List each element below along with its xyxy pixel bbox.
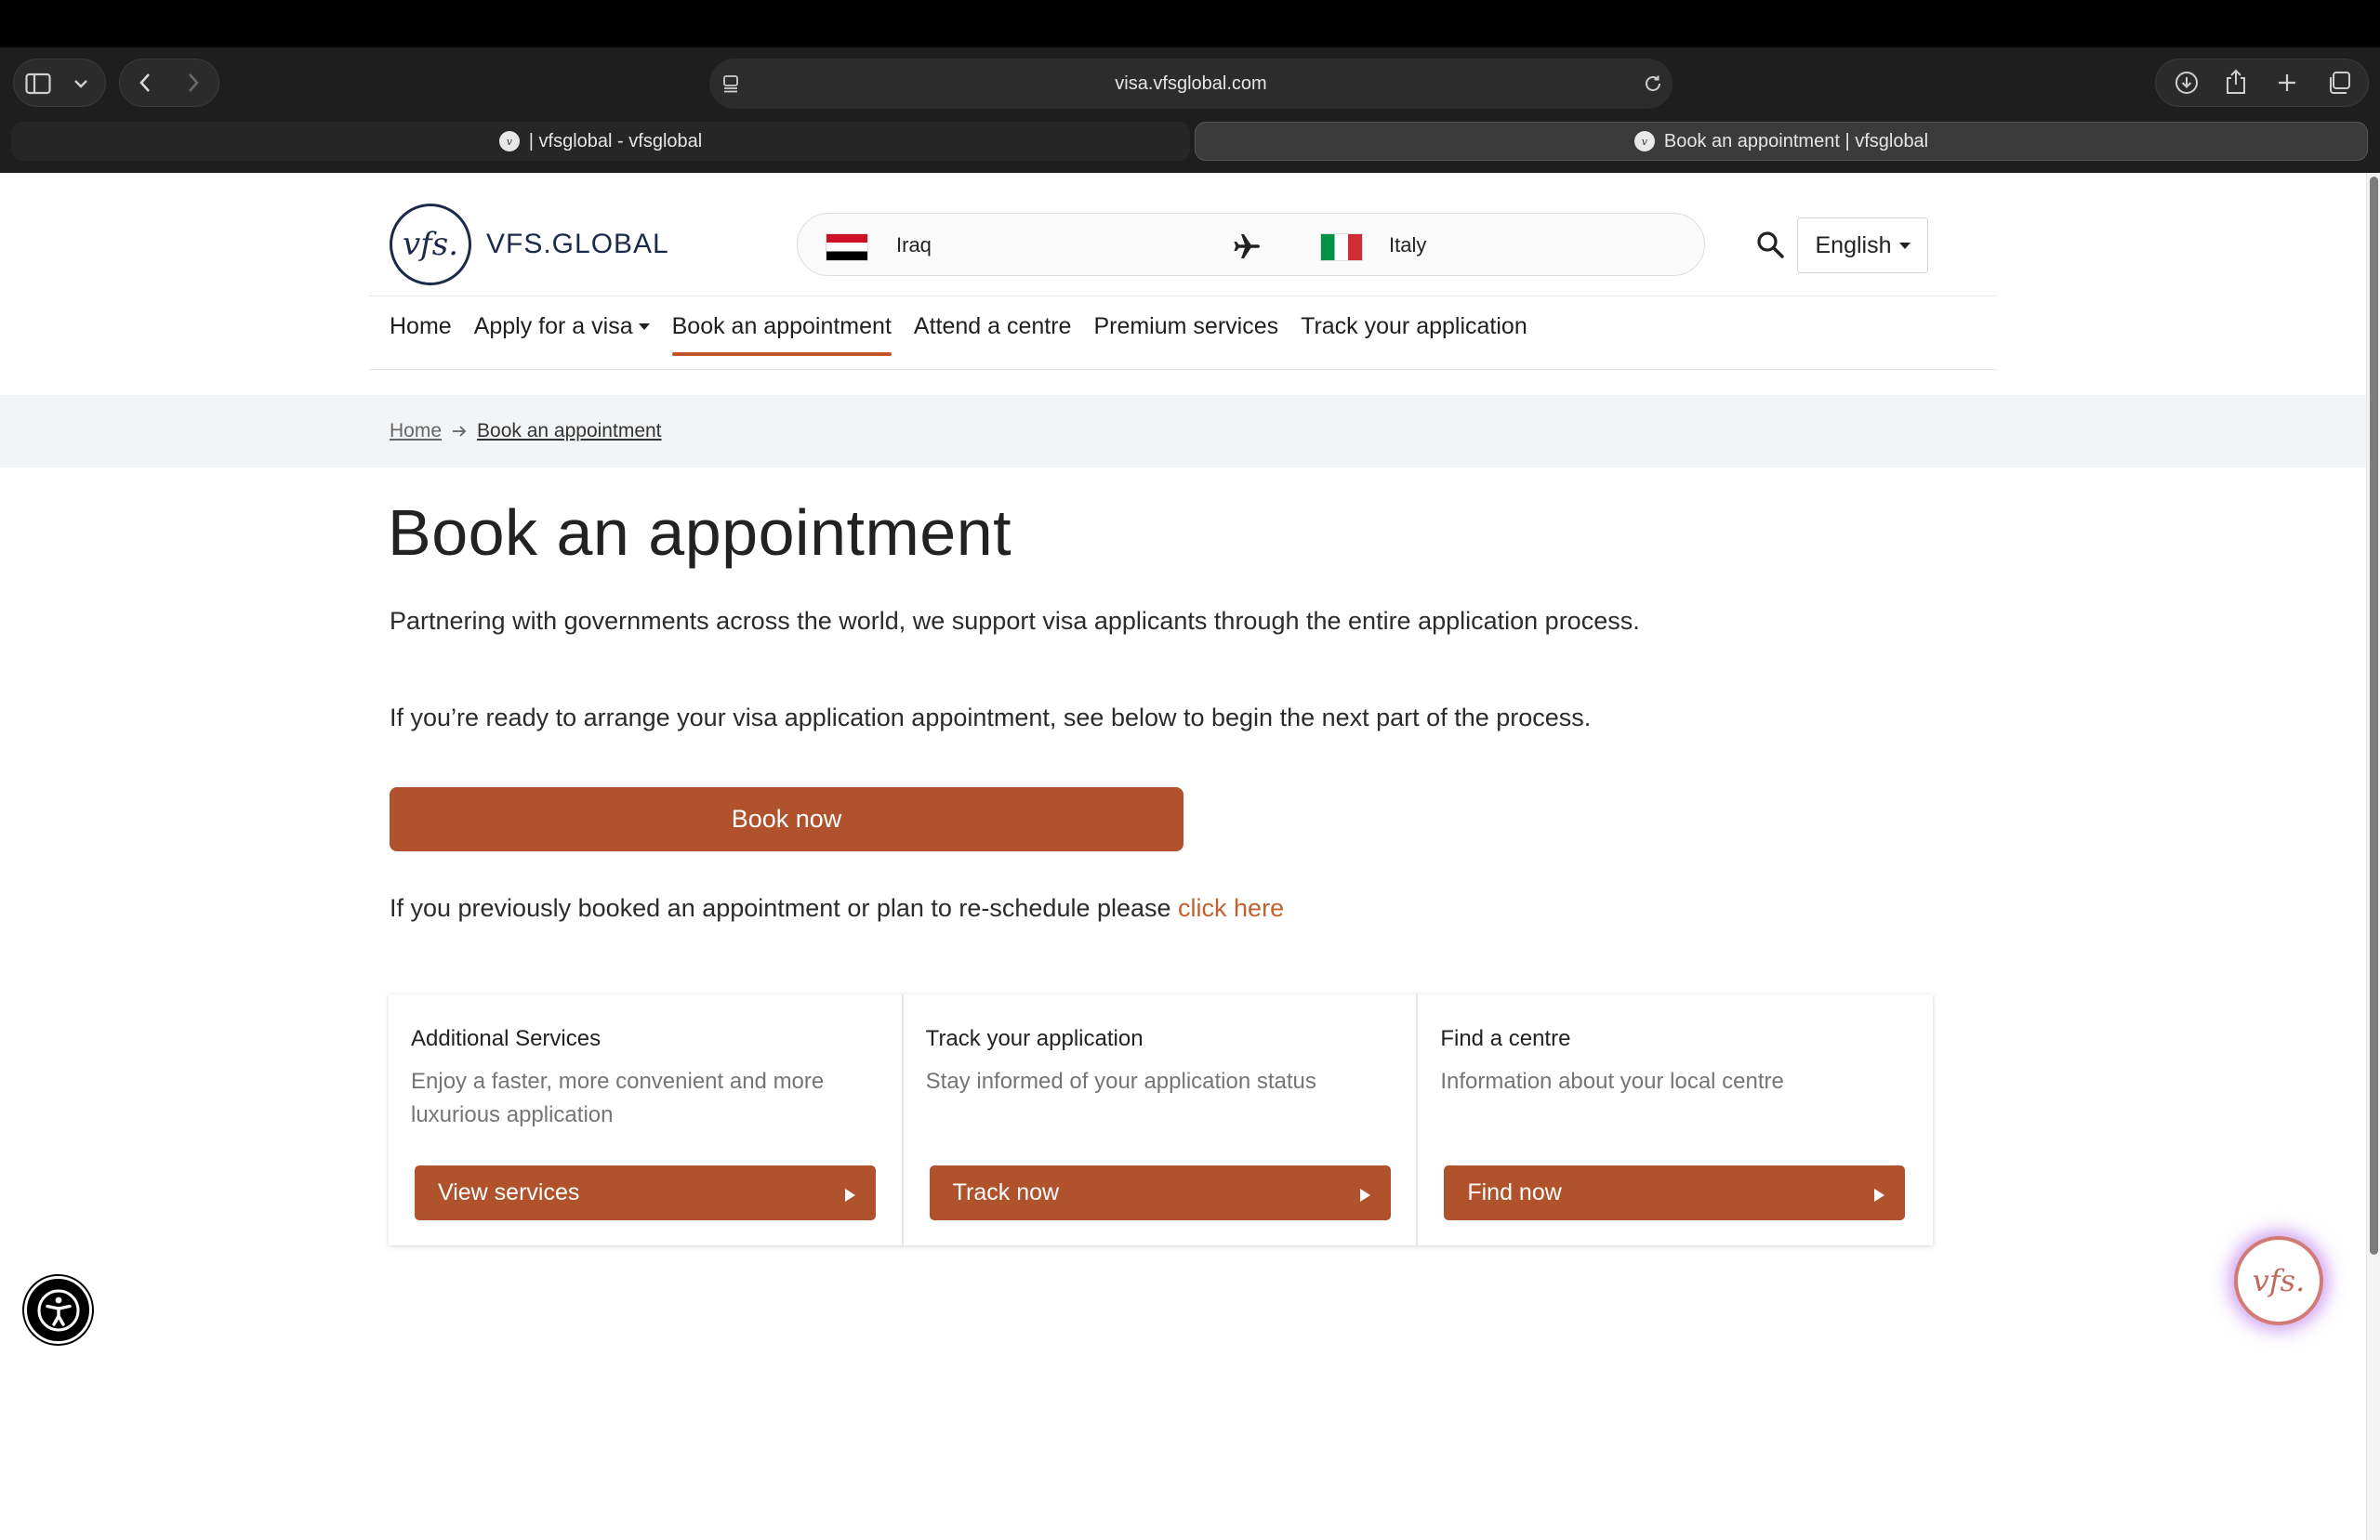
view-services-button[interactable]: View services [415, 1165, 876, 1220]
accessibility-icon [37, 1289, 79, 1331]
reschedule-text: If you previously booked an appointment … [390, 894, 1284, 923]
tab-label: | vfsglobal - vfsglobal [528, 130, 703, 151]
card-find-centre: Find a centre Information about your loc… [1418, 994, 1933, 1245]
forward-icon[interactable] [180, 70, 206, 96]
play-arrow-icon [1874, 1189, 1885, 1202]
card-title: Track your application [925, 1026, 1144, 1051]
browser-toolbar: visa.vfsglobal.com [0, 47, 2380, 119]
reload-icon[interactable] [1640, 71, 1666, 97]
iraq-flag-icon [826, 233, 868, 261]
search-icon[interactable] [1755, 230, 1787, 261]
tab-book-appointment[interactable]: v Book an appointment | vfsglobal [1195, 122, 2368, 161]
web-page: vfs. VFS.GLOBAL Iraq Italy English Home … [0, 173, 2366, 1540]
url-text: visa.vfsglobal.com [1115, 73, 1267, 94]
button-label: Track now [952, 1179, 1060, 1205]
divider [369, 369, 1997, 370]
breadcrumb-bar: Home Book an appointment [0, 395, 2366, 467]
nav-label: Home [390, 313, 452, 339]
button-label: View services [438, 1179, 580, 1205]
italy-flag-icon [1320, 233, 1363, 261]
card-title: Additional Services [411, 1026, 602, 1051]
destination-country[interactable]: Italy [1389, 214, 1426, 277]
accessibility-button[interactable] [24, 1276, 92, 1344]
language-label: English [1815, 231, 1892, 258]
chat-assistant-button[interactable]: vfs. [2234, 1236, 2323, 1325]
address-bar[interactable]: visa.vfsglobal.com [709, 59, 1673, 109]
vfs-logo[interactable]: vfs. VFS.GLOBAL [390, 204, 669, 285]
card-description: Information about your local centre [1440, 1069, 1784, 1094]
chevron-down-icon[interactable] [71, 73, 91, 94]
logo-text: VFS.GLOBAL [486, 229, 669, 259]
country-route-selector[interactable]: Iraq Italy [797, 213, 1705, 276]
nav-apply-for-visa[interactable]: Apply for a visa [474, 296, 650, 356]
sidebar-icon[interactable] [24, 70, 52, 98]
card-description: Stay informed of your application status [925, 1069, 1316, 1094]
nav-home[interactable]: Home [390, 296, 452, 356]
caret-down-icon [1898, 242, 1911, 249]
page-title: Book an appointment [388, 496, 1012, 569]
nav-label: Track your application [1301, 313, 1527, 339]
arrow-right-icon [453, 426, 467, 437]
book-now-button[interactable]: Book now [390, 787, 1183, 851]
window-titlebar [0, 0, 2380, 47]
nav-label: Attend a centre [913, 313, 1072, 339]
tab-vfsglobal[interactable]: v | vfsglobal - vfsglobal [11, 122, 1190, 161]
track-now-button[interactable]: Track now [929, 1165, 1391, 1220]
card-additional-services: Additional Services Enjoy a faster, more… [389, 994, 904, 1245]
find-now-button[interactable]: Find now [1444, 1165, 1906, 1220]
page-scrollbar[interactable] [2366, 173, 2380, 1540]
new-tab-icon[interactable] [2273, 69, 2301, 97]
nav-label: Book an appointment [671, 313, 892, 339]
nav-attend-centre[interactable]: Attend a centre [914, 296, 1072, 356]
breadcrumb-current[interactable]: Book an appointment [477, 420, 661, 442]
tab-overview-icon[interactable] [2324, 69, 2354, 97]
intro-text: Partnering with governments across the w… [390, 607, 1640, 635]
caret-down-icon [638, 322, 650, 330]
tab-label: Book an appointment | vfsglobal [1663, 130, 1929, 151]
card-description: Enjoy a faster, more convenient and more… [411, 1069, 825, 1127]
language-dropdown[interactable]: English [1797, 217, 1928, 273]
logo-mark: vfs. [390, 204, 471, 285]
main-nav: Home Apply for a visa Book an appointmen… [390, 296, 1550, 356]
downloads-icon[interactable] [2173, 69, 2201, 97]
play-arrow-icon [1359, 1189, 1370, 1202]
airplane-icon [1234, 234, 1260, 258]
card-title: Find a centre [1440, 1026, 1571, 1051]
play-arrow-icon [845, 1189, 855, 1202]
breadcrumb: Home Book an appointment [390, 395, 662, 467]
nav-book-appointment[interactable]: Book an appointment [671, 296, 892, 356]
origin-country[interactable]: Iraq [896, 214, 932, 277]
scrollbar-thumb[interactable] [2370, 177, 2378, 1255]
share-icon[interactable] [2222, 68, 2250, 96]
nav-label: Apply for a visa [473, 313, 633, 339]
reschedule-label: If you previously booked an appointment … [390, 894, 1179, 922]
button-label: Find now [1467, 1179, 1562, 1205]
back-icon[interactable] [132, 70, 158, 96]
ready-text: If you’re ready to arrange your visa app… [390, 704, 1592, 731]
favicon-icon: v [498, 131, 520, 151]
favicon-icon: v [1633, 131, 1655, 151]
card-track-application: Track your application Stay informed of … [904, 994, 1419, 1245]
service-cards: Additional Services Enjoy a faster, more… [389, 994, 1933, 1245]
breadcrumb-home-link[interactable]: Home [390, 420, 442, 442]
nav-premium-services[interactable]: Premium services [1093, 296, 1278, 356]
nav-track-application[interactable]: Track your application [1301, 296, 1527, 356]
nav-label: Premium services [1093, 313, 1279, 339]
reschedule-link[interactable]: click here [1178, 894, 1284, 922]
